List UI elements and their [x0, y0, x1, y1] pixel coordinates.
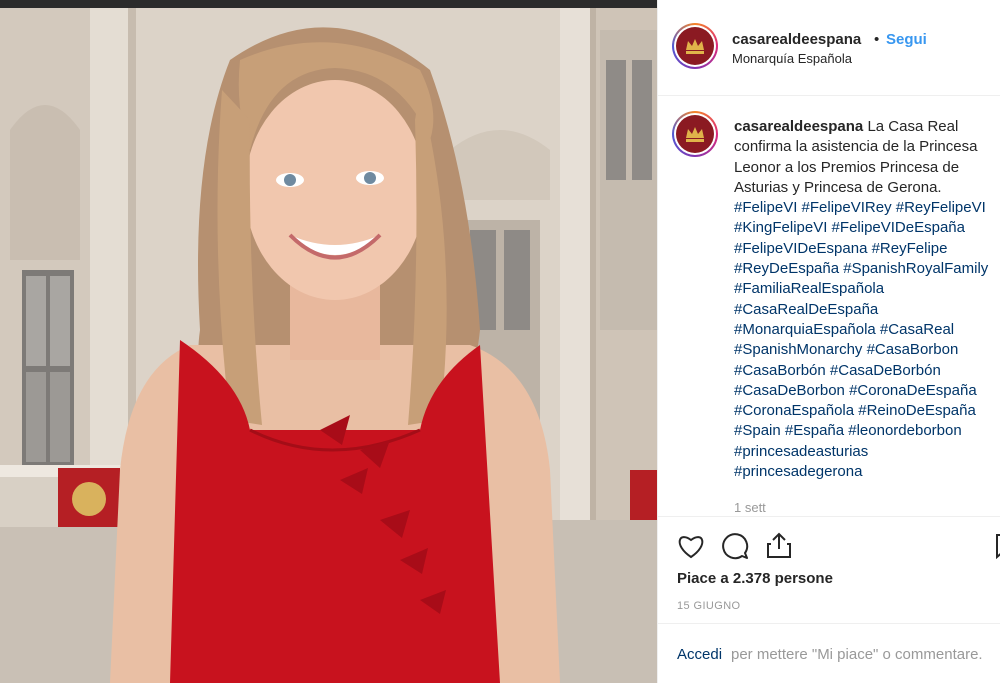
caption-area: casarealdeespana La Casa Real confirma l… — [658, 97, 1000, 515]
heart-icon[interactable] — [677, 533, 705, 559]
location-link[interactable]: Monarquía Española — [732, 51, 852, 66]
browser-top-strip — [0, 0, 657, 8]
caption-line: Asturias y Princesa de Gerona. — [734, 178, 942, 196]
post-header: casarealdeespana • Segui Monarquía Españ… — [658, 0, 1000, 96]
bookmark-icon[interactable] — [995, 533, 1000, 559]
hashtag-line[interactable]: #CasaRealDeEspaña — [734, 300, 1000, 320]
hashtag-line[interactable]: #CasaBorbón #CasaDeBorbón — [734, 361, 1000, 381]
photo-illustration — [0, 0, 657, 683]
header-username[interactable]: casarealdeespana — [732, 31, 861, 48]
crown-icon — [686, 127, 704, 142]
hashtag-line[interactable]: #FelipeVIDeEspana #ReyFelipe — [734, 239, 1000, 259]
comment-icon[interactable] — [721, 532, 749, 560]
hashtag-line[interactable]: #princesadeasturias — [734, 442, 1000, 462]
time-ago[interactable]: 1 sett — [734, 500, 766, 515]
hashtag-line[interactable]: #KingFelipeVI #FelipeVIDeEspaña — [734, 218, 1000, 238]
likes-count[interactable]: Piace a 2.378 persone — [677, 570, 833, 587]
hashtag-line[interactable]: #Spain #España #leonordeborbon — [734, 421, 1000, 441]
comment-login-bar: Accedi per mettere "Mi piace" o commenta… — [658, 623, 1000, 683]
caption-username[interactable]: casarealdeespana — [734, 118, 863, 135]
caption-first-line: La Casa Real — [867, 118, 959, 135]
caption-text: casarealdeespana La Casa Real confirma l… — [734, 117, 1000, 482]
post-side-panel: casarealdeespana • Segui Monarquía Españ… — [657, 0, 1000, 683]
hashtag-line[interactable]: #ReyDeEspaña #SpanishRoyalFamily — [734, 259, 1000, 279]
hashtag-line[interactable]: #FelipeVI #FelipeVIRey #ReyFelipeVI — [734, 198, 1000, 218]
hashtag-line[interactable]: #CasaDeBorbon #CoronaDeEspaña — [734, 381, 1000, 401]
hashtag-line[interactable]: #FamiliaRealEspañola — [734, 279, 1000, 299]
caption-avatar[interactable] — [672, 111, 718, 157]
follow-button[interactable]: Segui — [886, 31, 927, 48]
login-link[interactable]: Accedi — [677, 646, 722, 663]
crown-icon — [686, 39, 704, 54]
hashtag-line[interactable]: #CoronaEspañola #ReinoDeEspaña — [734, 401, 1000, 421]
caption-line: Leonor a los Premios Princesa de — [734, 158, 960, 176]
share-icon[interactable] — [766, 531, 792, 559]
post-photo[interactable] — [0, 0, 657, 683]
avatar[interactable] — [672, 23, 718, 69]
login-prompt-text: per mettere "Mi piace" o commentare. — [731, 646, 983, 663]
separator-dot: • — [874, 31, 880, 48]
post-actions: Piace a 2.378 persone 15 GIUGNO Accedi p… — [658, 516, 1000, 683]
post-date: 15 GIUGNO — [677, 600, 741, 612]
hashtag-line[interactable]: #MonarquiaEspañola #CasaReal — [734, 320, 1000, 340]
hashtag-line[interactable]: #princesadegerona — [734, 462, 1000, 482]
caption-line: confirma la asistencia de la Princesa — [734, 138, 978, 156]
hashtag-line[interactable]: #SpanishMonarchy #CasaBorbon — [734, 340, 1000, 360]
